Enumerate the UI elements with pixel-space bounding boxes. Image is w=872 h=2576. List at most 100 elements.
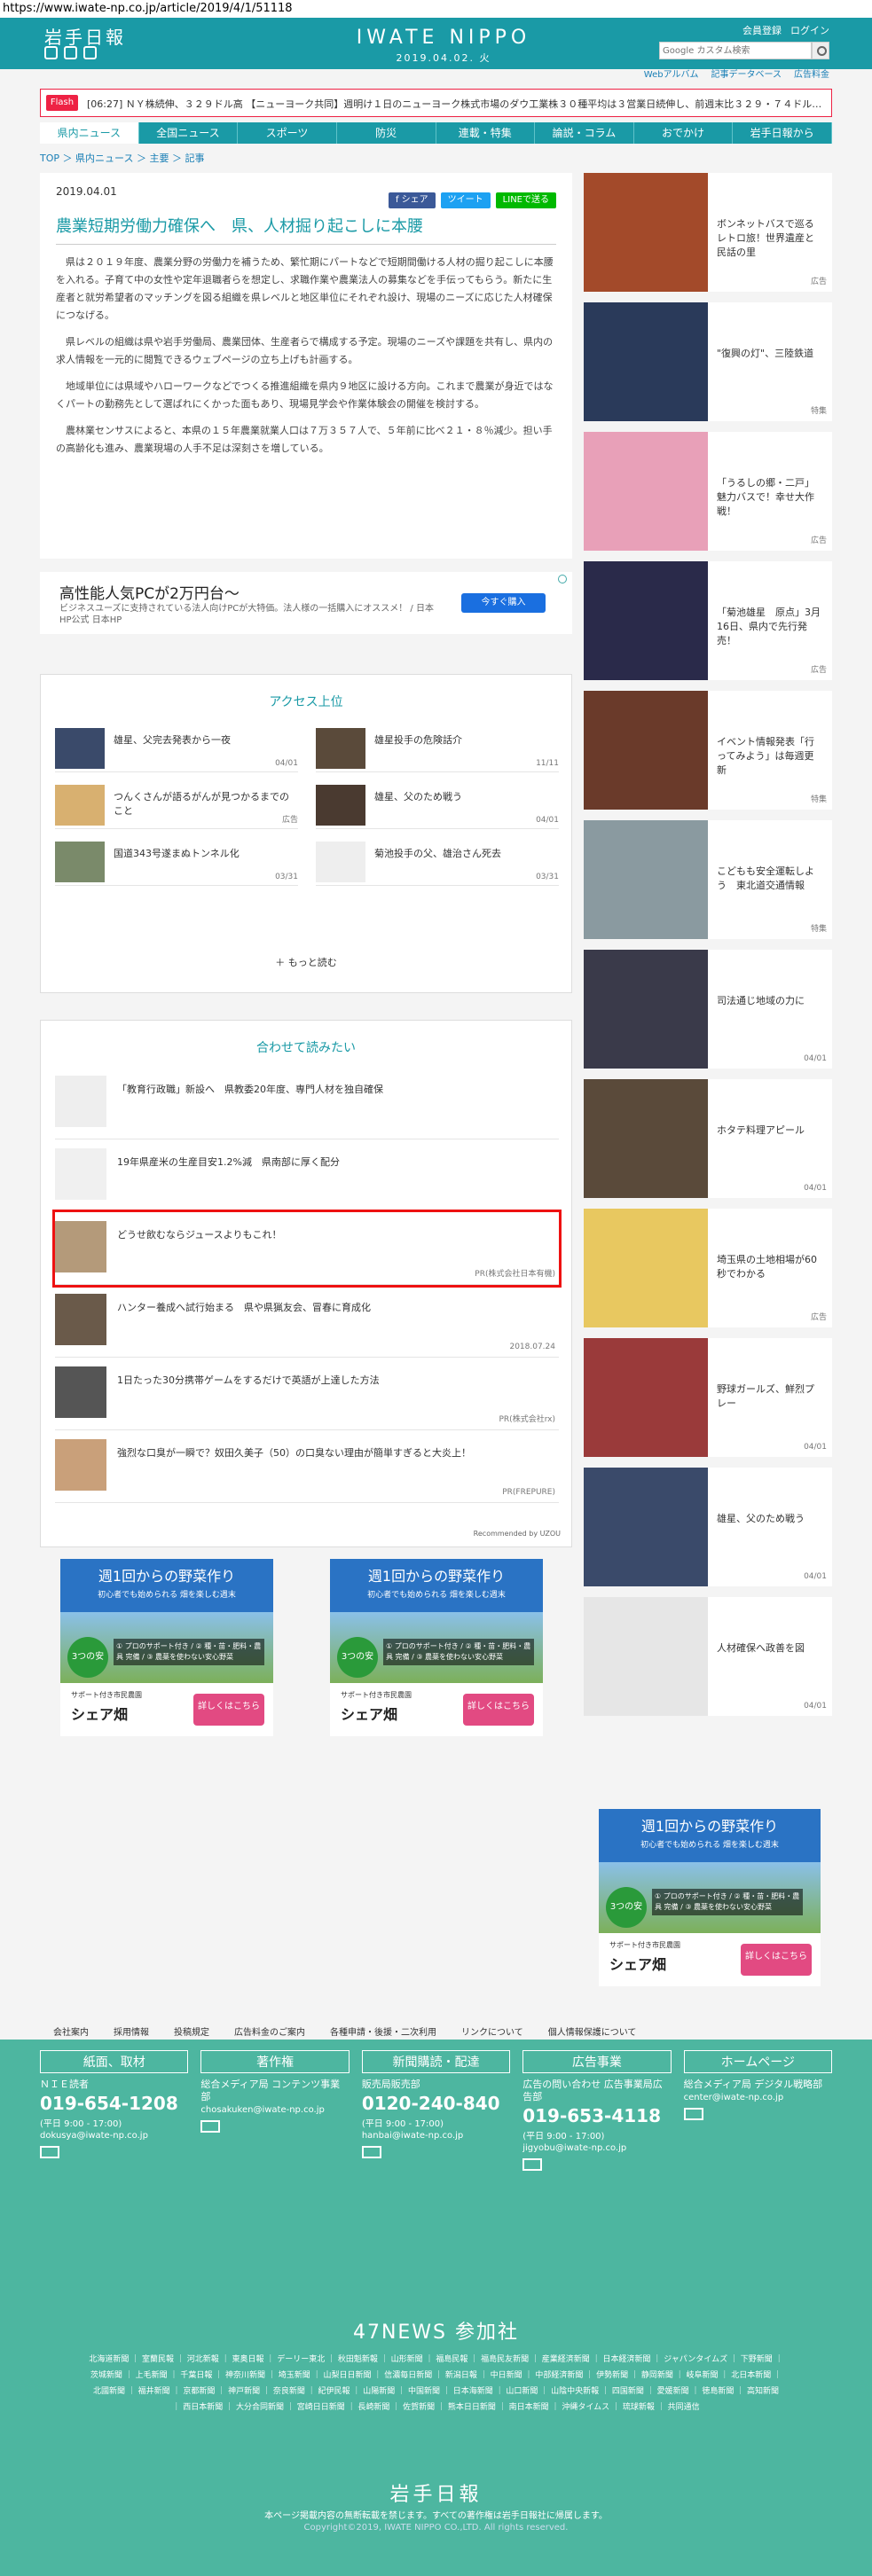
- item-title[interactable]: 1日たった30分携帯ゲームをするだけで英語が上達した方法: [117, 1374, 552, 1388]
- item-title[interactable]: ハンター養成へ試行始まる 県や県猟友会、冒春に育成化: [117, 1301, 552, 1315]
- item-title[interactable]: 菊池投手の父、雄治さん死去: [374, 847, 552, 861]
- col-head[interactable]: 著作権: [200, 2050, 350, 2073]
- col-head[interactable]: 新聞購読・配達: [361, 2050, 511, 2073]
- subnav-ad-rates[interactable]: 広告料金: [794, 69, 829, 82]
- col-head[interactable]: 広告事業: [522, 2050, 672, 2073]
- sidebar-title[interactable]: 「うるしの郷・二戸」魅力バスで！幸せ大作戦！: [717, 476, 823, 519]
- sidebar-item[interactable]: こどもも安全運転しよう 東北道交通情報 特集: [584, 820, 832, 939]
- sidebar-title[interactable]: 雄星、父のため戦う: [717, 1512, 823, 1526]
- nav-outing[interactable]: おでかけ: [634, 122, 734, 144]
- sidebar-item[interactable]: 埼玉県の土地相場が60秒でわかる 広告: [584, 1209, 832, 1327]
- item-title[interactable]: 雄星、父のため戦う: [374, 790, 552, 804]
- col-head[interactable]: 紙面、取材: [40, 2050, 189, 2073]
- sidebar-item[interactable]: 野球ガールズ、鮮烈プレー 04/01: [584, 1338, 832, 1457]
- sidebar-item[interactable]: イベント情報発表「行ってみよう」は毎週更新 特集: [584, 691, 832, 810]
- login-link[interactable]: ログイン: [790, 23, 829, 37]
- facebook-icon[interactable]: [64, 46, 77, 59]
- banner-cta-button[interactable]: 詳しくはこちら: [741, 1944, 812, 1976]
- list-item[interactable]: つんくさんが語るがんが見つかるまでのこと 広告: [55, 785, 298, 829]
- list-item[interactable]: 菊池投手の父、雄治さん死去 03/31: [316, 842, 559, 886]
- item-title[interactable]: 国道343号遂まぬトンネル化: [114, 847, 291, 861]
- flash-text[interactable]: [06:27] ＮＹ株続伸、３２９ドル高 【ニューヨーク共同】週明け１日のニュー…: [87, 97, 823, 111]
- partner-papers[interactable]: 北海道新聞 ｜ 室蘭民報 ｜ 河北新報 ｜ 東奥日報 ｜ デーリー東北 ｜ 秋田…: [89, 2352, 783, 2415]
- sidebar-title[interactable]: イベント情報発表「行ってみよう」は毎週更新: [717, 735, 823, 778]
- mail-address[interactable]: hanbai@iwate-np.co.jp: [362, 2131, 510, 2141]
- mail-icon[interactable]: [200, 2120, 221, 2133]
- pc-ad[interactable]: 高性能人気PCが2万円台〜 ビジネスユーズに支持されている法人向けPCが大特価。…: [40, 572, 572, 634]
- item-title[interactable]: 強烈な口臭が一瞬で？奴田久美子（50）の口臭ない理由が簡単すぎると大炎上！: [117, 1446, 552, 1460]
- nav-from-nippo[interactable]: 岩手日報から: [733, 122, 832, 144]
- sidebar-title[interactable]: 野球ガールズ、鮮烈プレー: [717, 1382, 823, 1411]
- item-title[interactable]: つんくさんが語るがんが見つかるまでのこと: [114, 790, 291, 818]
- ad-info-icon[interactable]: [558, 575, 567, 583]
- list-item[interactable]: 1日たった30分携帯ゲームをするだけで英語が上達した方法 PR(株式会社rx): [55, 1358, 559, 1430]
- item-title[interactable]: 「教育行政職」新設へ 県教委20年度、専門人材を独自確保: [117, 1083, 552, 1097]
- share-hatake-banner[interactable]: 週1回からの野菜作り初心者でも始められる 畑を楽しむ週末 3つの安心 ① プロの…: [60, 1559, 273, 1736]
- subnav-album[interactable]: Webアルバム: [644, 69, 699, 82]
- sidebar-title[interactable]: ホタテ料理アピール: [717, 1124, 823, 1138]
- list-item[interactable]: 19年県産米の生産目安1.2%減 県南部に厚く配分: [55, 1139, 559, 1212]
- share-hatake-banner[interactable]: 週1回からの野菜作り初心者でも始められる 畑を楽しむ週末 3つの安心 ① プロの…: [330, 1559, 543, 1736]
- nav-local-news[interactable]: 県内ニュース: [40, 122, 139, 144]
- sidebar-title[interactable]: 人材確保へ政善を図: [717, 1641, 823, 1656]
- mail-address[interactable]: center@iwate-np.co.jp: [684, 2093, 832, 2102]
- sidebar-title[interactable]: "復興の灯"、三陸鉄道: [717, 347, 823, 361]
- sidebar-title[interactable]: 埼玉県の土地相場が60秒でわかる: [717, 1253, 823, 1281]
- mail-address[interactable]: chosakuken@iwate-np.co.jp: [200, 2105, 349, 2115]
- instagram-icon[interactable]: [83, 46, 97, 59]
- col-head[interactable]: ホームページ: [683, 2050, 833, 2073]
- sidebar-title[interactable]: こどもも安全運転しよう 東北道交通情報: [717, 865, 823, 893]
- sidebar-title[interactable]: 司法通じ地域の力に: [717, 994, 823, 1008]
- browser-url[interactable]: https://www.iwate-np.co.jp/article/2019/…: [0, 0, 872, 18]
- item-title[interactable]: 雄星、父完去発表から一夜: [114, 733, 291, 748]
- site-logo[interactable]: 岩手日報: [44, 23, 126, 49]
- sidebar-title[interactable]: ボンネットバスで巡るレトロ旅！世界遺産と民話の里: [717, 217, 823, 260]
- more-link[interactable]: ＋ もっと読む: [41, 955, 571, 969]
- list-item[interactable]: 雄星、父のため戦う 04/01: [316, 785, 559, 829]
- breadcrumb[interactable]: TOP ＞ 県内ニュース ＞ 主要 ＞ 記事: [40, 151, 204, 165]
- mail-icon[interactable]: [40, 2146, 59, 2158]
- register-link[interactable]: 会員登録: [742, 23, 782, 37]
- subnav-database[interactable]: 記事データベース: [711, 69, 782, 82]
- sidebar-item[interactable]: ホタテ料理アピール 04/01: [584, 1079, 832, 1198]
- sidebar-item[interactable]: ボンネットバスで巡るレトロ旅！世界遺産と民話の里 広告: [584, 173, 832, 292]
- nav-series[interactable]: 連載・特集: [436, 122, 536, 144]
- item-title[interactable]: 19年県産米の生産目安1.2%減 県南部に厚く配分: [117, 1155, 552, 1170]
- nav-editorial[interactable]: 論説・コラム: [535, 122, 634, 144]
- sidebar-item[interactable]: "復興の灯"、三陸鉄道 特集: [584, 302, 832, 421]
- mail-address[interactable]: dokusya@iwate-np.co.jp: [40, 2131, 188, 2141]
- mail-address[interactable]: jigyobu@iwate-np.co.jp: [522, 2143, 671, 2153]
- nav-sports[interactable]: スポーツ: [238, 122, 337, 144]
- list-item[interactable]: どうせ飲むならジュースよりもこれ！ PR(株式会社日本有機): [52, 1210, 562, 1288]
- list-item[interactable]: 雄星、父完去発表から一夜 04/01: [55, 728, 298, 772]
- facebook-share-button[interactable]: f シェア: [388, 192, 436, 208]
- list-item[interactable]: 強烈な口臭が一瞬で？奴田久美子（50）の口臭ない理由が簡単すぎると大炎上！ PR(…: [55, 1430, 559, 1503]
- item-title[interactable]: どうせ飲むならジュースよりもこれ！: [117, 1228, 552, 1242]
- ad-title[interactable]: 高性能人気PCが2万円台〜: [59, 581, 240, 603]
- sidebar-item[interactable]: 司法通じ地域の力に 04/01: [584, 950, 832, 1069]
- sidebar-item[interactable]: 雄星、父のため戦う 04/01: [584, 1468, 832, 1586]
- mail-icon[interactable]: [683, 2108, 703, 2120]
- sidebar-item[interactable]: 「うるしの郷・二戸」魅力バスで！幸せ大作戦！ 広告: [584, 432, 832, 551]
- sidebar-item[interactable]: 「菊池雄星 原点」3月16日、県内で先行発売！ 広告: [584, 561, 832, 680]
- footer-logo[interactable]: 岩手日報: [0, 2478, 872, 2507]
- nav-disaster[interactable]: 防災: [337, 122, 436, 144]
- sidebar-item[interactable]: 人材確保へ政善を図 04/01: [584, 1597, 832, 1716]
- sidebar-title[interactable]: 「菊池雄星 原点」3月16日、県内で先行発売！: [717, 606, 823, 648]
- search-icon[interactable]: [812, 42, 829, 59]
- mail-icon[interactable]: [522, 2158, 543, 2171]
- brand-name[interactable]: IWATE NIPPO: [346, 27, 541, 49]
- list-item[interactable]: 国道343号遂まぬトンネル化 03/31: [55, 842, 298, 886]
- item-title[interactable]: 雄星投手の危険話介: [374, 733, 552, 748]
- line-share-button[interactable]: LINEで送る: [495, 192, 556, 208]
- banner-cta-button[interactable]: 詳しくはこちら: [463, 1694, 534, 1726]
- list-item[interactable]: ハンター養成へ試行始まる 県や県猟友会、冒春に育成化 2018.07.24: [55, 1285, 559, 1358]
- list-item[interactable]: 「教育行政職」新設へ 県教委20年度、専門人材を独自確保: [55, 1067, 559, 1139]
- tweet-button[interactable]: ツイート: [440, 192, 491, 208]
- ad-buy-button[interactable]: 今すぐ購入: [461, 593, 546, 613]
- share-hatake-banner[interactable]: 週1回からの野菜作り初心者でも始められる 畑を楽しむ週末 3つの安心 ① プロの…: [599, 1809, 821, 1986]
- nav-national-news[interactable]: 全国ニュース: [139, 122, 239, 144]
- search-input[interactable]: [659, 42, 812, 59]
- twitter-icon[interactable]: [44, 46, 58, 59]
- banner-cta-button[interactable]: 詳しくはこちら: [193, 1694, 264, 1726]
